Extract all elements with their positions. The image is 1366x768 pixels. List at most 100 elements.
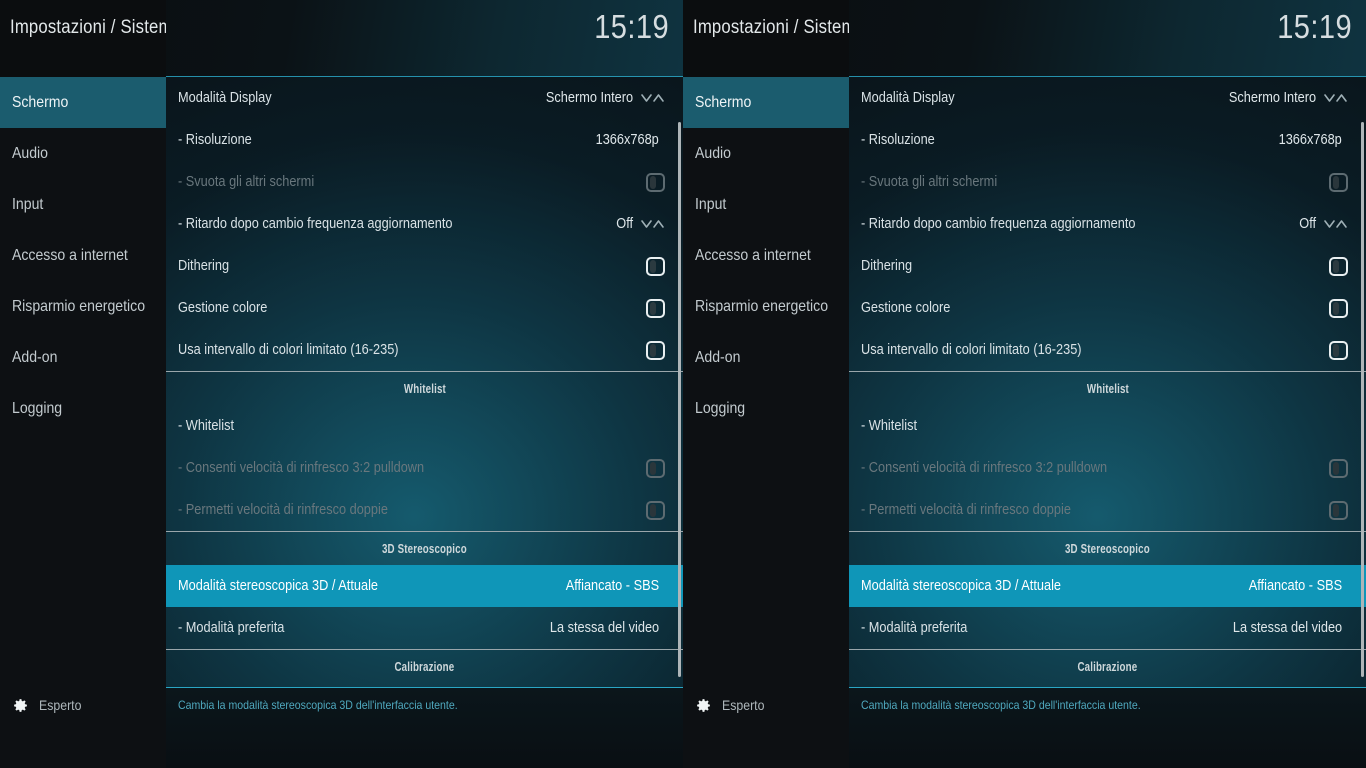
settings-section-header: Calibrazione <box>849 649 1366 683</box>
sidebar-item-schermo[interactable]: Schermo <box>683 77 849 128</box>
settings-toggle[interactable] <box>646 458 665 478</box>
settings-toggle[interactable] <box>646 340 665 360</box>
settings-row-value-text: 1366x768p <box>595 132 659 148</box>
sidebar-item-add-on[interactable]: Add-on <box>683 332 849 383</box>
settings-spinner-control[interactable] <box>1322 93 1348 104</box>
settings-row[interactable]: Usa intervallo di colori limitato (16-23… <box>166 329 683 371</box>
sidebar-item-accesso-a-internet[interactable]: Accesso a internet <box>683 230 849 281</box>
settings-row-value-text: Schermo Intero <box>1228 90 1316 106</box>
gear-icon <box>697 698 710 712</box>
sidebar-item-label: Audio <box>695 145 732 162</box>
settings-spinner-control[interactable] <box>639 93 665 104</box>
settings-scrollbar[interactable] <box>678 122 681 677</box>
settings-row[interactable]: - Svuota gli altri schermi <box>849 161 1366 203</box>
help-text-content: Cambia la modalità stereoscopica 3D dell… <box>861 698 1141 712</box>
sidebar-item-risparmio-energetico[interactable]: Risparmio energetico <box>0 281 166 332</box>
expert-level-button[interactable]: Esperto <box>683 690 849 720</box>
settings-row-label-text: - Ritardo dopo cambio frequenza aggiorna… <box>861 216 1136 232</box>
settings-toggle[interactable] <box>1329 458 1348 478</box>
sidebar-item-risparmio-energetico[interactable]: Risparmio energetico <box>683 281 849 332</box>
settings-row[interactable]: Dithering <box>849 245 1366 287</box>
spinner-arrows-icon <box>641 93 664 102</box>
settings-row[interactable]: - Permetti velocità di rinfresco doppie <box>166 489 683 531</box>
sidebar-item-add-on[interactable]: Add-on <box>0 332 166 383</box>
settings-row-label: Modalità Display <box>861 90 1217 106</box>
sidebar-item-label: Input <box>695 196 727 213</box>
settings-section-header: Whitelist <box>849 371 1366 405</box>
settings-row[interactable]: - Risoluzione 1366x768p <box>166 119 683 161</box>
settings-row[interactable]: Modalità Display Schermo Intero <box>849 77 1366 119</box>
settings-row[interactable]: Gestione colore <box>849 287 1366 329</box>
sidebar-item-accesso-a-internet[interactable]: Accesso a internet <box>0 230 166 281</box>
settings-toggle[interactable] <box>1329 340 1348 360</box>
toggle-knob <box>1333 259 1339 273</box>
settings-toggle[interactable] <box>1329 500 1348 520</box>
sidebar-item-audio[interactable]: Audio <box>0 128 166 179</box>
settings-row-label: - Modalità preferita <box>178 620 535 636</box>
settings-row[interactable]: - Permetti velocità di rinfresco doppie <box>849 489 1366 531</box>
settings-row-label: - Svuota gli altri schermi <box>178 174 646 190</box>
toggle-knob <box>650 175 656 189</box>
settings-toggle[interactable] <box>646 256 665 276</box>
sidebar-item-audio[interactable]: Audio <box>683 128 849 179</box>
toggle-knob <box>650 503 656 517</box>
settings-toggle[interactable] <box>1329 256 1348 276</box>
settings-row[interactable]: Modalità stereoscopica 3D / Attuale Affia… <box>849 565 1366 607</box>
settings-row-value-text: La stessa del video <box>549 620 659 636</box>
settings-row-label: - Consenti velocità di rinfresco 3:2 pul… <box>178 460 646 476</box>
sidebar-item-label: Accesso a internet <box>12 247 128 264</box>
settings-row[interactable]: Modalità Display Schermo Intero <box>166 77 683 119</box>
sidebar-item-input[interactable]: Input <box>683 179 849 230</box>
settings-row-label: Modalità stereoscopica 3D / Attuale <box>861 578 1236 594</box>
settings-row[interactable]: - Ritardo dopo cambio frequenza aggiorna… <box>166 203 683 245</box>
settings-row[interactable]: - Svuota gli altri schermi <box>166 161 683 203</box>
settings-row[interactable]: - Risoluzione 1366x768p <box>849 119 1366 161</box>
settings-row-label-text: - Permetti velocità di rinfresco doppie <box>861 502 1071 518</box>
expert-level-button[interactable]: Esperto <box>0 690 166 720</box>
settings-row-label-text: Gestione colore <box>861 300 951 316</box>
settings-row[interactable]: Dithering <box>166 245 683 287</box>
sidebar-item-label: Schermo <box>695 94 752 111</box>
settings-row[interactable]: - Consenti velocità di rinfresco 3:2 pul… <box>849 447 1366 489</box>
help-footer: Cambia la modalità stereoscopica 3D dell… <box>166 687 683 768</box>
settings-row[interactable]: - Consenti velocità di rinfresco 3:2 pul… <box>166 447 683 489</box>
settings-row-label-text: - Modalità preferita <box>178 620 285 636</box>
clock: 15:19 <box>1277 8 1352 45</box>
settings-toggle[interactable] <box>646 500 665 520</box>
settings-row-label: - Consenti velocità di rinfresco 3:2 pul… <box>861 460 1329 476</box>
settings-toggle[interactable] <box>1329 298 1348 318</box>
sidebar-item-logging[interactable]: Logging <box>683 383 849 434</box>
toggle-knob <box>1333 301 1339 315</box>
settings-scrollbar[interactable] <box>1361 122 1364 677</box>
settings-row-label: Usa intervallo di colori limitato (16-23… <box>178 342 646 358</box>
settings-row-label: Modalità Display <box>178 90 534 106</box>
settings-toggle[interactable] <box>1329 172 1348 192</box>
settings-row[interactable]: Usa intervallo di colori limitato (16-23… <box>849 329 1366 371</box>
settings-section-header: Calibrazione <box>166 649 683 683</box>
settings-section-title: Whitelist <box>1086 381 1129 396</box>
settings-row[interactable]: - Modalità preferita La stessa del video <box>166 607 683 649</box>
settings-row-value: Schermo Intero <box>1217 90 1316 106</box>
toggle-knob <box>1333 175 1339 189</box>
settings-toggle[interactable] <box>646 172 665 192</box>
page-title: Impostazioni / Sistema <box>10 17 166 38</box>
toggle-knob <box>650 259 656 273</box>
settings-row[interactable]: - Whitelist <box>849 405 1366 447</box>
settings-row[interactable]: Modalità stereoscopica 3D / Attuale Affia… <box>166 565 683 607</box>
settings-spinner-control[interactable] <box>1322 219 1348 230</box>
spinner-arrows-icon <box>1324 93 1347 102</box>
spinner-arrows-icon <box>641 219 664 228</box>
sidebar-item-logging[interactable]: Logging <box>0 383 166 434</box>
sidebar-item-label: Add-on <box>695 349 741 366</box>
settings-row[interactable]: - Whitelist <box>166 405 683 447</box>
sidebar-item-input[interactable]: Input <box>0 179 166 230</box>
settings-spinner-control[interactable] <box>639 219 665 230</box>
settings-row-label-text: - Modalità preferita <box>861 620 968 636</box>
settings-row[interactable]: - Ritardo dopo cambio frequenza aggiorna… <box>849 203 1366 245</box>
sidebar-item-schermo[interactable]: Schermo <box>0 77 166 128</box>
settings-row[interactable]: - Modalità preferita La stessa del video <box>849 607 1366 649</box>
settings-toggle[interactable] <box>646 298 665 318</box>
settings-row[interactable]: Gestione colore <box>166 287 683 329</box>
settings-row-label-text: Modalità Display <box>178 90 272 106</box>
gear-icon <box>14 698 27 712</box>
